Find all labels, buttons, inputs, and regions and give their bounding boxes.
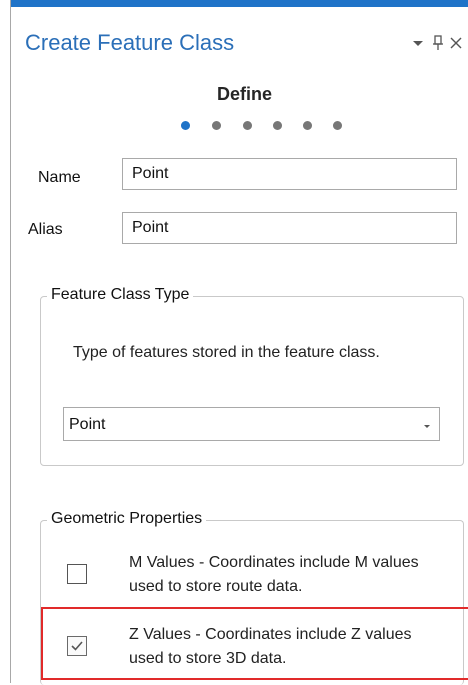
create-feature-class-pane: Create Feature Class Define Name Point A… (10, 0, 468, 685)
step-dot-6 (333, 121, 342, 130)
pane-top-bar (11, 0, 468, 7)
pin-icon[interactable] (430, 34, 446, 52)
z-values-highlight-box (41, 607, 468, 680)
step-dot-1 (181, 121, 190, 130)
m-values-checkbox[interactable] (67, 564, 87, 584)
feature-class-type-legend: Feature Class Type (47, 286, 194, 304)
alias-input[interactable]: Point (122, 212, 457, 244)
step-dot-3 (243, 121, 252, 130)
step-dot-5 (303, 121, 312, 130)
name-label: Name (38, 169, 81, 186)
feature-class-type-description: Type of features stored in the feature c… (73, 344, 380, 361)
pane-controls (410, 34, 468, 54)
step-dot-2 (212, 121, 221, 130)
dropdown-arrow-icon (422, 418, 432, 428)
geometric-properties-legend: Geometric Properties (47, 510, 207, 528)
wizard-step-title: Define (217, 84, 273, 104)
close-icon[interactable] (448, 34, 464, 52)
pane-title: Create Feature Class (25, 30, 235, 55)
alias-label: Alias (28, 221, 63, 238)
step-dot-4 (273, 121, 282, 130)
chevron-down-icon[interactable] (410, 34, 426, 52)
feature-class-type-select[interactable]: Point (63, 407, 440, 441)
m-values-label: M Values - Coordinates include M values … (129, 554, 419, 595)
feature-class-type-value: Point (69, 416, 106, 433)
name-input[interactable]: Point (122, 158, 457, 190)
